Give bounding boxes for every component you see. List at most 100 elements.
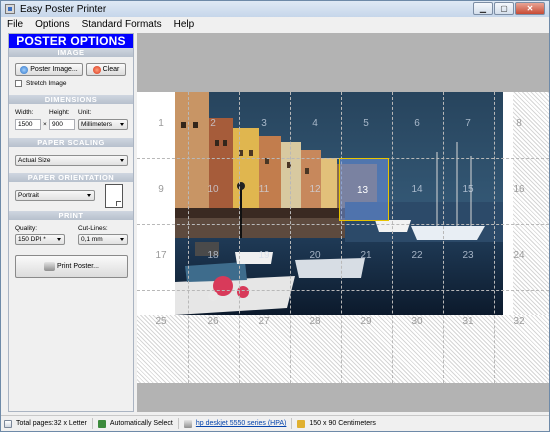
printer-link[interactable]: hp deskjet 5550 series (HPA) — [196, 420, 287, 427]
window-controls: ▁ ▢ ✕ — [473, 2, 545, 15]
paper-orientation-select[interactable]: Portrait — [15, 190, 95, 201]
paper-orientation-value: Portrait — [18, 192, 39, 199]
close-button[interactable]: ✕ — [515, 2, 545, 15]
page-grid-line — [392, 92, 393, 383]
page-number: 30 — [411, 316, 423, 327]
unit-value: Millimeters — [81, 121, 113, 128]
printer-icon — [183, 419, 192, 428]
page-number: 23 — [462, 250, 474, 261]
menu-options[interactable]: Options — [35, 19, 69, 30]
page-number: 11 — [258, 184, 270, 195]
open-image-icon — [20, 65, 29, 74]
poster-size-text: 150 x 90 Centimeters — [309, 420, 376, 427]
print-poster-button[interactable]: Print Poster... — [15, 255, 128, 278]
chevron-down-icon — [87, 194, 91, 197]
status-bar: Total pages:32 x Letter Automatically Se… — [1, 415, 549, 431]
quality-select[interactable]: 150 DPI * — [15, 234, 65, 245]
page-grid-line — [137, 290, 549, 291]
app-icon — [5, 4, 15, 14]
page-number: 12 — [309, 184, 321, 195]
clear-icon — [92, 65, 101, 74]
margin-hatch-bottom — [137, 315, 549, 383]
width-label: Width: — [15, 109, 34, 116]
height-input[interactable]: 900 — [49, 119, 75, 130]
page-grid-line — [341, 92, 342, 383]
times-symbol: × — [43, 121, 47, 128]
page-grid-line — [188, 92, 189, 383]
page-number: 2 — [210, 118, 216, 129]
page-number: 14 — [411, 184, 423, 195]
check-icon — [97, 419, 106, 428]
selected-page-tile[interactable]: 13 — [339, 158, 389, 221]
print-section-header: PRINT — [9, 211, 133, 220]
menu-help[interactable]: Help — [174, 19, 195, 30]
poster-image-label: Poster Image... — [30, 66, 78, 73]
clear-label: Clear — [102, 66, 120, 73]
selected-page-number: 13 — [357, 185, 369, 196]
poster-options-panel: POSTER OPTIONS IMAGE Poster Image... Cle… — [8, 33, 134, 412]
auto-select-text[interactable]: Automatically Select — [110, 420, 173, 427]
clear-button[interactable]: Clear — [86, 63, 126, 76]
cutlines-select[interactable]: 0,1 mm — [78, 234, 128, 245]
menu-file[interactable]: File — [7, 19, 23, 30]
total-pages-text: Total pages:32 x Letter — [16, 420, 87, 427]
unit-select[interactable]: Millimeters — [78, 119, 128, 130]
maximize-button[interactable]: ▢ — [494, 2, 514, 15]
page-number: 5 — [363, 118, 369, 129]
page-number: 19 — [258, 250, 270, 261]
page-number: 32 — [513, 316, 525, 327]
poster-image-button[interactable]: Poster Image... — [15, 63, 83, 76]
chevron-down-icon — [120, 123, 124, 126]
page-number: 16 — [513, 184, 525, 195]
scaling-section-header: PAPER SCALING — [9, 138, 133, 147]
pages-icon — [4, 419, 12, 428]
page-number: 27 — [258, 316, 270, 327]
orientation-section-header: PAPER ORIENTATION — [9, 173, 133, 182]
page-number: 22 — [411, 250, 423, 261]
window-title: Easy Poster Printer — [20, 3, 107, 15]
orientation-preview-icon — [105, 184, 123, 208]
dimensions-section-header: DIMENSIONS — [9, 95, 133, 104]
page-number: 9 — [158, 184, 164, 195]
page-number: 18 — [207, 250, 219, 261]
minimize-button[interactable]: ▁ — [473, 2, 493, 15]
page-grid-line — [494, 92, 495, 383]
quality-label: Quality: — [15, 225, 38, 232]
paper-scaling-select[interactable]: Actual Size — [15, 155, 128, 166]
page-number: 3 — [261, 118, 267, 129]
page-number: 8 — [516, 118, 522, 129]
status-separator — [177, 418, 179, 429]
height-label: Height: — [49, 109, 70, 116]
stretch-image-checkbox[interactable] — [15, 80, 22, 87]
page-number: 6 — [414, 118, 420, 129]
menu-standard-formats[interactable]: Standard Formats — [82, 19, 162, 30]
page-number: 10 — [207, 184, 219, 195]
printer-icon — [43, 262, 55, 271]
page-number: 26 — [207, 316, 219, 327]
page-number: 31 — [462, 316, 474, 327]
stretch-image-label: Stretch Image — [26, 80, 67, 87]
page-number: 24 — [513, 250, 525, 261]
paper-scaling-value: Actual Size — [18, 157, 51, 164]
menu-bar: File Options Standard Formats Help — [1, 17, 549, 31]
status-separator — [291, 418, 293, 429]
page-number: 29 — [360, 316, 372, 327]
width-input[interactable]: 1500 — [15, 119, 41, 130]
ruler-icon — [297, 419, 306, 428]
app-window: Easy Poster Printer ▁ ▢ ✕ File Options S… — [0, 0, 550, 432]
page-grid-line — [290, 92, 291, 383]
page-grid-line — [239, 92, 240, 383]
cutlines-value: 0,1 mm — [81, 236, 103, 243]
chevron-down-icon — [120, 159, 124, 162]
page-number: 20 — [309, 250, 321, 261]
page-number: 15 — [462, 184, 474, 195]
poster-canvas[interactable]: 13 1 2 3 4 5 6 7 8 9 10 11 12 14 15 16 1… — [137, 33, 549, 412]
poster-sheet: 13 1 2 3 4 5 6 7 8 9 10 11 12 14 15 16 1… — [137, 92, 549, 383]
image-section-header: IMAGE — [9, 48, 133, 57]
title-bar: Easy Poster Printer ▁ ▢ ✕ — [1, 1, 549, 17]
page-number: 17 — [155, 250, 167, 261]
print-poster-label: Print Poster... — [56, 263, 100, 270]
chevron-down-icon — [57, 238, 61, 241]
page-number: 7 — [465, 118, 471, 129]
quality-value: 150 DPI * — [18, 236, 46, 243]
